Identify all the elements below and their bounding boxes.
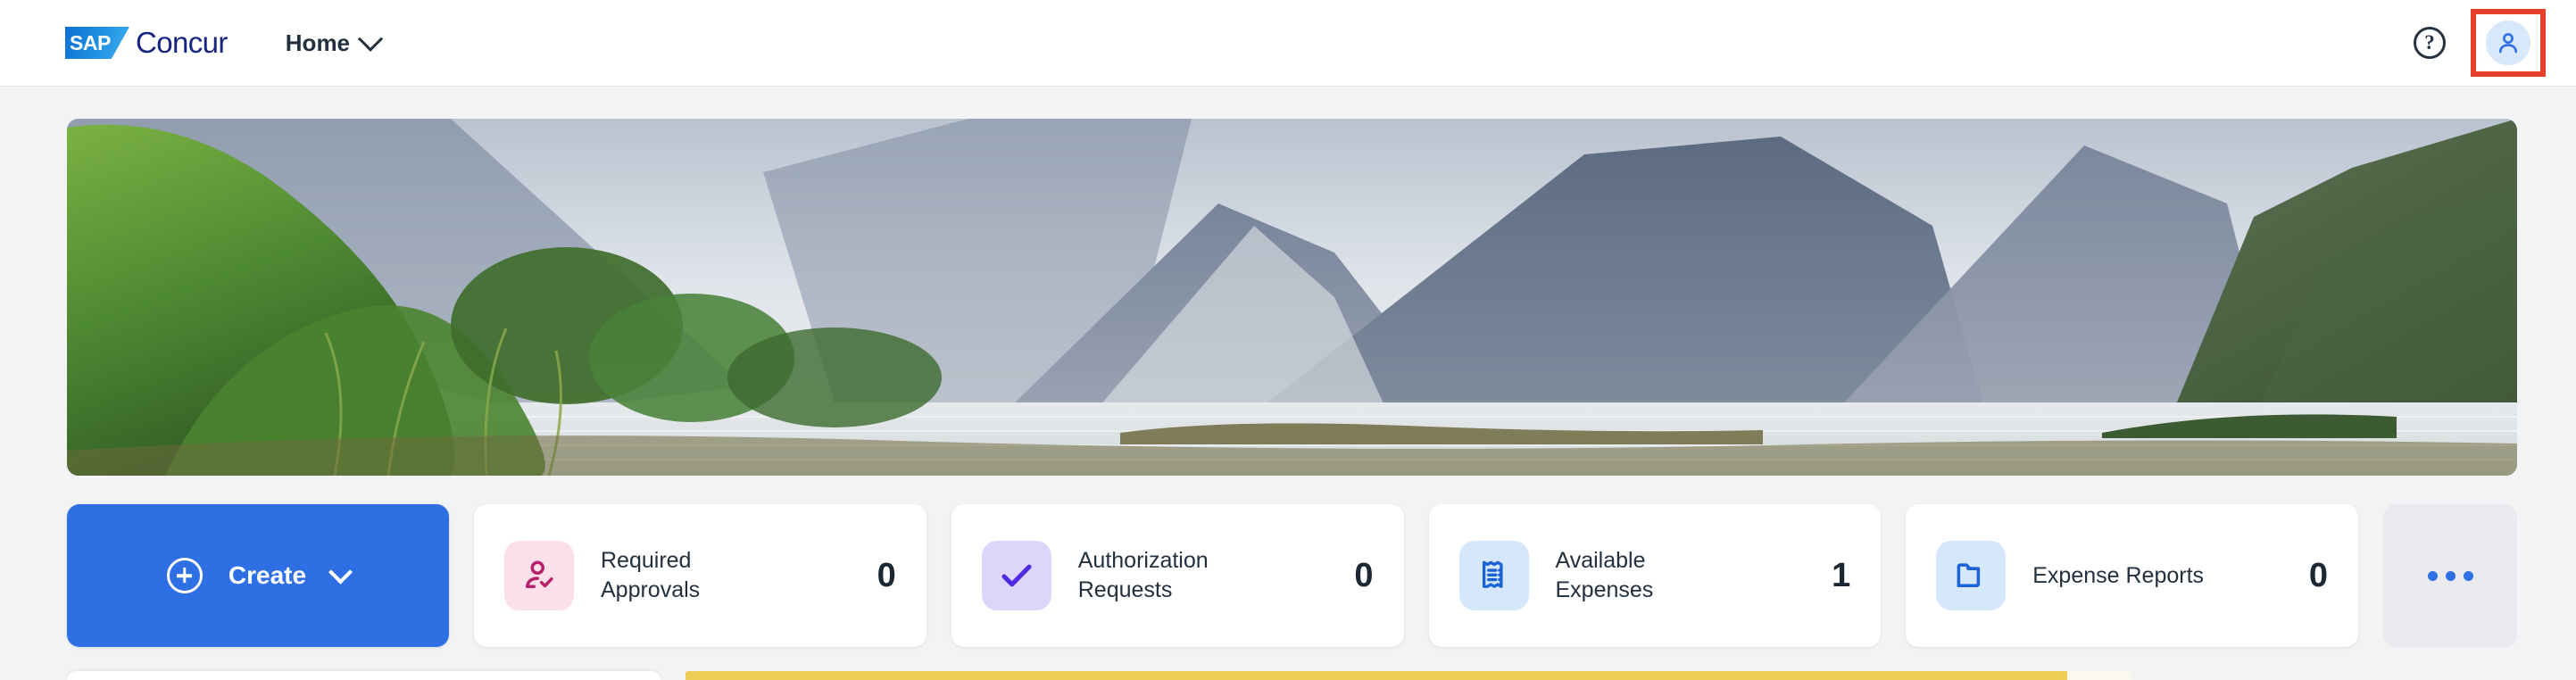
stat-label: Authorization Requests xyxy=(1077,548,1209,602)
content-card-partial[interactable] xyxy=(67,671,661,680)
folder-icon xyxy=(1957,563,1981,587)
user-profile-icon xyxy=(2498,33,2518,54)
alert-accent-bar xyxy=(686,671,2067,680)
stat-label: Expense Reports xyxy=(2032,562,2205,588)
help-icon[interactable]: ? xyxy=(2414,27,2446,59)
header-actions: ? xyxy=(2414,9,2546,77)
plus-circle-icon xyxy=(166,558,203,593)
expense-reports-tile xyxy=(1936,541,2007,610)
nav-home-dropdown[interactable]: Home xyxy=(285,26,384,57)
stat-value: 0 xyxy=(1354,556,1374,594)
profile-avatar-button[interactable] xyxy=(2486,21,2530,65)
help-glyph: ? xyxy=(2424,31,2435,54)
quick-actions-row: Create Required Approvals 0 Authorizatio… xyxy=(67,504,2517,647)
stat-value: 0 xyxy=(2308,556,2328,594)
top-header-bar: SAP Concur Home ? xyxy=(0,0,2576,87)
chevron-down-icon xyxy=(328,560,353,585)
stat-label: Required Approvals xyxy=(601,548,701,602)
sap-concur-logo[interactable]: SAP Concur xyxy=(65,26,228,60)
ellipsis-icon xyxy=(2463,570,2473,581)
stat-label: Available Expenses xyxy=(1555,548,1654,602)
receipt-icon xyxy=(1482,560,1503,588)
stat-card-required-approvals[interactable]: Required Approvals 0 xyxy=(474,504,927,647)
check-mark-icon xyxy=(1001,564,1032,587)
authorization-requests-tile xyxy=(981,541,1051,610)
hero-illustration xyxy=(67,119,2517,476)
available-expenses-tile xyxy=(1458,541,1529,610)
stat-value: 0 xyxy=(877,556,896,594)
hero-banner-image xyxy=(67,119,2517,476)
nav-home-label: Home xyxy=(285,29,351,56)
stat-card-expense-reports[interactable]: Expense Reports 0 xyxy=(1906,504,2358,647)
alert-panel-partial[interactable] xyxy=(686,671,2131,680)
create-button[interactable]: Create xyxy=(67,504,449,647)
stat-card-authorization-requests[interactable]: Authorization Requests 0 xyxy=(951,504,1404,647)
profile-highlight-box xyxy=(2471,9,2546,77)
stat-card-available-expenses[interactable]: Available Expenses 1 xyxy=(1428,504,1882,647)
concur-wordmark: Concur xyxy=(136,26,228,59)
stat-value: 1 xyxy=(1832,556,1851,594)
sap-logo-mark: SAP xyxy=(65,27,129,59)
chevron-down-icon xyxy=(357,26,384,52)
sap-logo-text: SAP xyxy=(70,30,111,54)
ellipsis-icon xyxy=(2445,570,2456,581)
create-button-label: Create xyxy=(228,561,307,589)
ellipsis-icon xyxy=(2427,570,2438,581)
more-actions-button[interactable] xyxy=(2383,504,2517,647)
required-approvals-tile xyxy=(504,541,574,610)
user-check-icon xyxy=(526,560,553,588)
